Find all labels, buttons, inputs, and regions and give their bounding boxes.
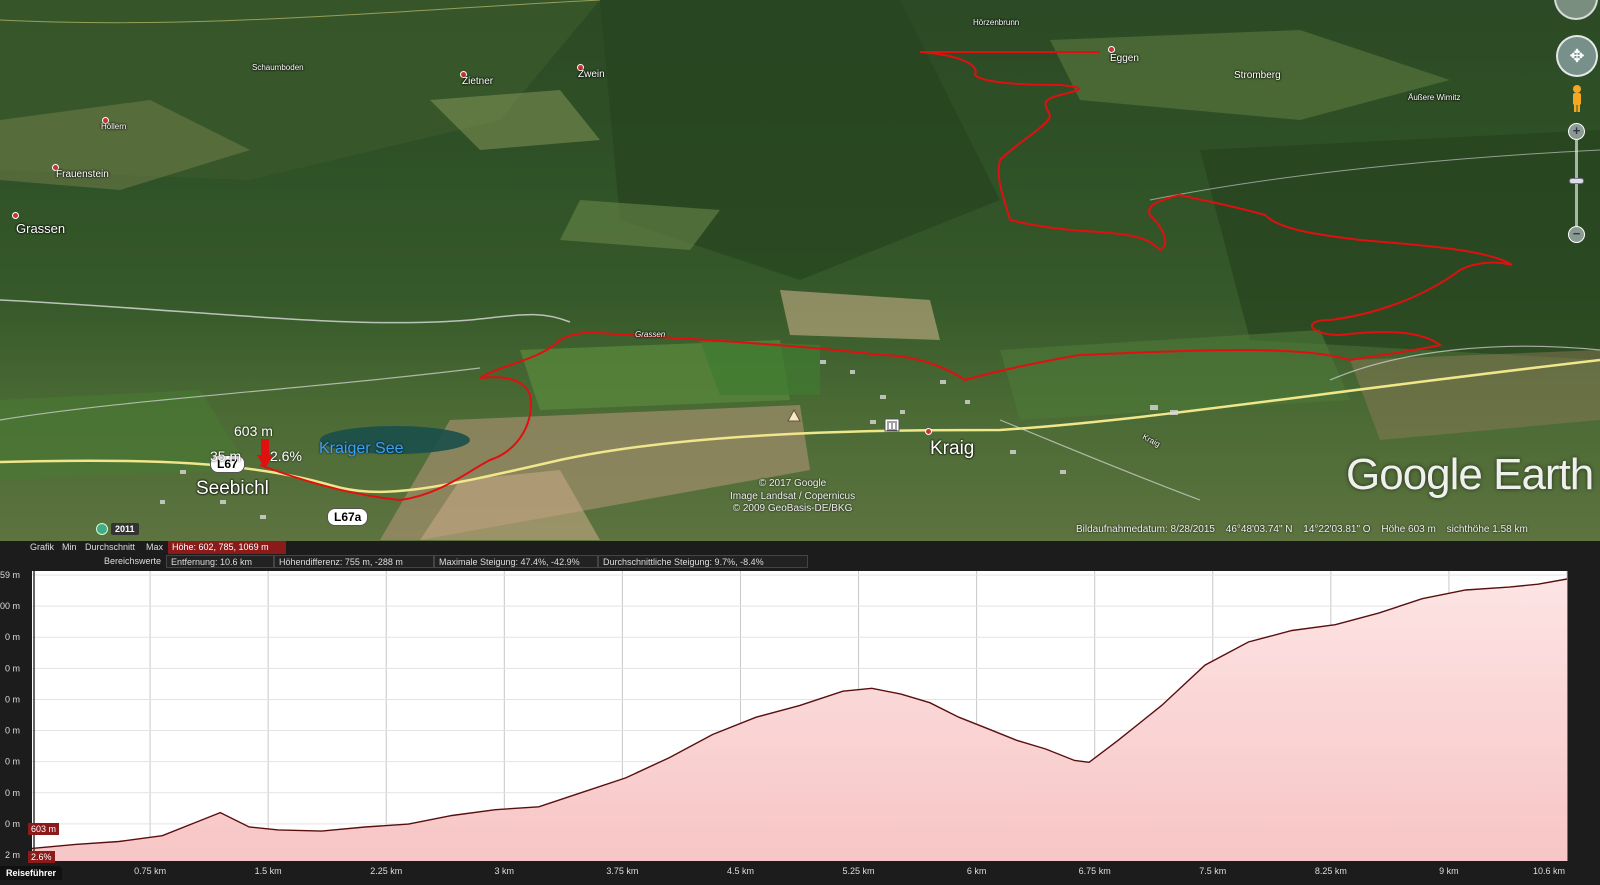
x-tick-label: 6 km <box>967 866 987 876</box>
x-tick-label: 6.75 km <box>1079 866 1111 876</box>
tour-guide-tab[interactable]: Reiseführer <box>0 866 63 880</box>
place-pin <box>925 428 932 435</box>
x-tick-label: 5.25 km <box>843 866 875 876</box>
street-view-pegman-icon[interactable] <box>1570 84 1584 112</box>
status-bar: Bildaufnahmedatum: 8/28/2015 46°48'03.74… <box>1076 524 1536 535</box>
x-tick-label: 4.5 km <box>727 866 754 876</box>
x-tick-label: 9 km <box>1439 866 1459 876</box>
y-tick-label: 0 m <box>5 726 20 736</box>
max-slope-stat: Maximale Steigung: 47.4%, -42.9% <box>434 555 598 568</box>
copyright-line: Image Landsat / Copernicus <box>730 490 856 502</box>
elevation-gain-stat: Höhendifferenz: 755 m, -288 m <box>274 555 434 568</box>
place-label[interactable]: Frauenstein <box>56 169 109 180</box>
place-pin <box>12 212 19 219</box>
elevation-chart[interactable]: 59 m 00 m 0 m 0 m 0 m 0 m 0 m 0 m 0 m 2 m 0.75 km… <box>0 569 1600 885</box>
average-toggle[interactable]: Durchschnitt <box>81 541 139 554</box>
imagery-copyright: © 2017 Google Image Landsat / Copernicus… <box>730 478 855 516</box>
copyright-line: © 2017 Google <box>758 478 827 489</box>
museum-icon[interactable] <box>884 418 900 432</box>
x-tick-label: 3.75 km <box>606 866 638 876</box>
y-tick-label: 0 m <box>5 819 20 829</box>
road-label: Grassen <box>635 330 666 339</box>
cursor-distance-label: 35 m <box>210 448 242 464</box>
max-toggle[interactable]: Max <box>142 541 167 554</box>
place-label[interactable]: Zietner <box>462 76 493 87</box>
y-tick-label: 0 m <box>5 694 20 704</box>
range-values-label: Bereichswerte <box>104 556 162 566</box>
place-label[interactable]: Seebichl <box>196 478 269 500</box>
distance-stat: Entfernung: 10.6 km <box>166 555 274 568</box>
cursor-grade-label: 2.6% <box>270 448 302 464</box>
place-label[interactable]: Grassen <box>16 221 65 236</box>
y-tick-label: 00 m <box>0 601 20 611</box>
landmark-icon[interactable] <box>786 408 802 422</box>
map-viewport[interactable]: Höllern Frauenstein Grassen Schaumboden … <box>0 0 1600 541</box>
zoom-out-button[interactable]: − <box>1568 226 1585 243</box>
graph-label: Grafik <box>30 542 55 552</box>
y-tick-label: 0 m <box>5 788 20 798</box>
place-label[interactable]: Äußere Wimitz <box>1408 93 1460 102</box>
x-tick-label: 7.5 km <box>1199 866 1226 876</box>
x-tick-label: 3 km <box>495 866 515 876</box>
road-shield: L67a <box>327 508 369 526</box>
google-earth-window: Höllern Frauenstein Grassen Schaumboden … <box>0 0 1600 885</box>
place-label[interactable]: Stromberg <box>1234 70 1281 81</box>
place-label[interactable]: Kraig <box>930 438 974 460</box>
copyright-line: © 2009 GeoBasis-DE/BKG <box>732 503 853 514</box>
y-tick-label: 59 m <box>0 570 20 580</box>
place-label[interactable]: Höllern <box>101 122 126 131</box>
x-tick-label: 8.25 km <box>1315 866 1347 876</box>
current-elevation-tag: 603 m <box>28 823 60 835</box>
x-tick-label: 10.6 km <box>1533 866 1565 876</box>
x-tick-label: 0.75 km <box>134 866 166 876</box>
place-label[interactable]: Eggen <box>1110 53 1139 64</box>
latitude-readout: 46°48'03.74" N <box>1225 524 1293 535</box>
y-tick-label: 0 m <box>5 663 20 673</box>
google-earth-logo: Google Earth <box>1346 450 1594 499</box>
y-tick-label: 2 m <box>5 850 20 860</box>
compass-icon[interactable] <box>1554 0 1598 20</box>
elevation-readout: Höhe 603 m <box>1381 524 1436 535</box>
x-tick-label: 1.5 km <box>255 866 282 876</box>
clock-icon <box>96 523 108 535</box>
avg-slope-stat: Durchschnittliche Steigung: 9.7%, -8.4% <box>598 555 808 568</box>
place-pin <box>1108 46 1115 53</box>
place-label[interactable]: Hörzenbrunn <box>973 18 1019 27</box>
zoom-slider-thumb[interactable] <box>1569 178 1584 184</box>
navigation-controls: ✥ + − <box>1530 0 1600 250</box>
lake-label[interactable]: Kraiger See <box>319 440 404 458</box>
y-tick-label: 0 m <box>5 757 20 767</box>
elevation-profile-panel: Grafik Min Durchschnitt Max Höhe: 602, 7… <box>0 541 1600 885</box>
cursor-elevation-label: 603 m <box>234 423 273 439</box>
elevation-stat-cell[interactable]: Höhe: 602, 785, 1069 m <box>168 541 286 554</box>
min-toggle[interactable]: Min <box>58 541 81 554</box>
longitude-readout: 14°22'03.81" O <box>1303 524 1371 535</box>
imagery-year: 2011 <box>111 523 139 535</box>
x-tick-label: 2.25 km <box>370 866 402 876</box>
zoom-in-button[interactable]: + <box>1568 123 1585 140</box>
y-tick-label: 0 m <box>5 632 20 642</box>
place-label[interactable]: Zwein <box>578 69 605 80</box>
place-label[interactable]: Schaumboden <box>252 63 304 72</box>
imagery-date: Bildaufnahmedatum: 8/28/2015 <box>1076 524 1215 535</box>
look-joystick-icon[interactable]: ✥ <box>1556 35 1598 77</box>
eye-altitude-readout: sichthöhe 1.58 km <box>1446 524 1528 535</box>
current-grade-tag: 2.6% <box>28 851 55 863</box>
cursor-arrow-icon <box>257 439 273 469</box>
historical-imagery-badge[interactable]: 2011 <box>96 523 139 535</box>
